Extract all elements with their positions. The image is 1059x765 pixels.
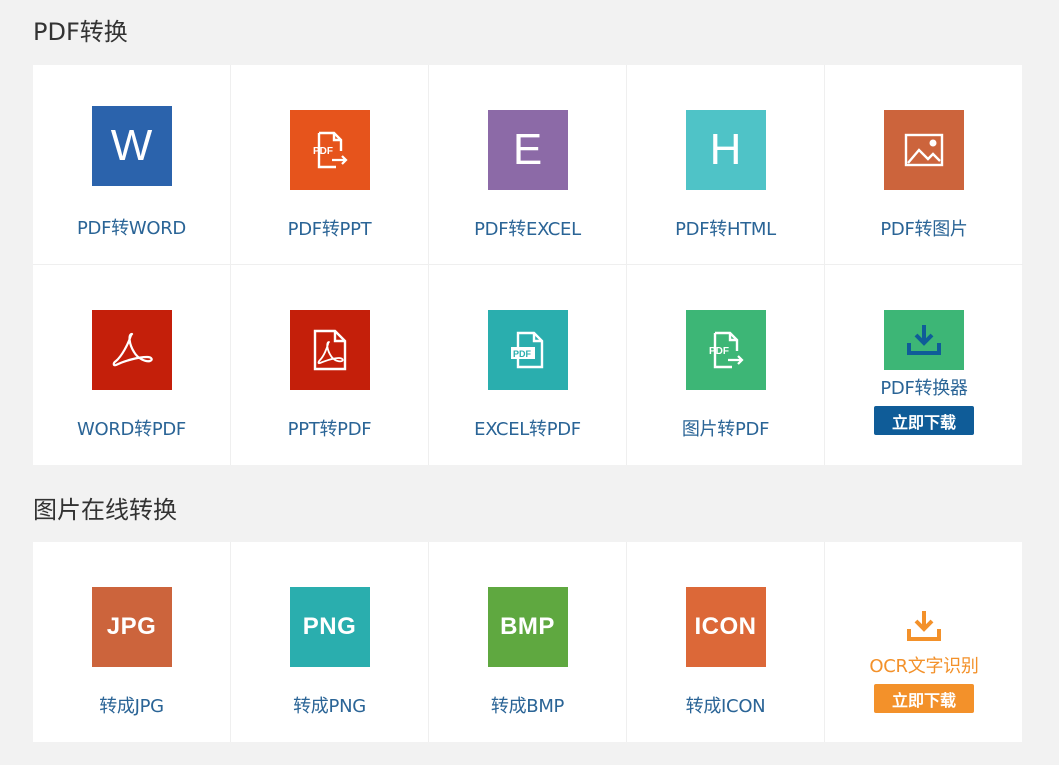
pdf-convert-grid: W PDF转WORD PDF PDF转PPT E PDF转EXCEL H PDF… (33, 65, 1023, 465)
acrobat-icon (91, 310, 172, 390)
tool-label: EXCEL转PDF (474, 419, 581, 440)
pdf-export-icon: PDF (289, 110, 370, 190)
tool-pdf-to-html[interactable]: H PDF转HTML (627, 65, 825, 265)
jpg-text-icon: JPG (91, 587, 172, 667)
download-now-button[interactable]: 立即下载 (874, 684, 974, 713)
tool-label: 转成JPG (99, 696, 164, 717)
tool-label: 转成ICON (685, 696, 766, 717)
image-icon (884, 110, 964, 190)
section-title-image-convert: 图片在线转换 (33, 496, 177, 524)
tool-word-to-pdf[interactable]: WORD转PDF (33, 265, 231, 465)
pdf-export-icon: PDF (685, 310, 766, 390)
download-now-button[interactable]: 立即下载 (874, 406, 974, 435)
tool-pdf-to-excel[interactable]: E PDF转EXCEL (429, 65, 627, 265)
bmp-text-icon: BMP (487, 587, 568, 667)
word-letter-icon: W (91, 106, 172, 186)
icon-text-icon: ICON (685, 587, 766, 667)
tool-label: WORD转PDF (76, 419, 186, 440)
download-icon (884, 310, 964, 370)
svg-text:PDF: PDF (513, 349, 532, 359)
tool-label: PDF转WORD (76, 218, 186, 239)
download-icon (904, 606, 944, 646)
tool-ppt-to-pdf[interactable]: PPT转PDF (231, 265, 429, 465)
tool-label: PDF转PPT (287, 219, 372, 240)
tool-pdf-to-word[interactable]: W PDF转WORD (33, 65, 231, 265)
tool-label: OCR文字识别 (869, 656, 979, 677)
tool-excel-to-pdf[interactable]: PDF EXCEL转PDF (429, 265, 627, 465)
tool-pdf-to-ppt[interactable]: PDF PDF转PPT (231, 65, 429, 265)
tool-image-to-pdf[interactable]: PDF 图片转PDF (627, 265, 825, 465)
png-text-icon: PNG (289, 587, 370, 667)
pdf-document-icon: PDF (487, 310, 568, 390)
tool-label: 图片转PDF (681, 419, 770, 440)
tool-label: PDF转EXCEL (474, 219, 581, 240)
image-convert-grid: JPG 转成JPG PNG 转成PNG BMP 转成BMP ICON 转成ICO… (33, 542, 1022, 742)
acrobat-document-icon (289, 310, 370, 390)
tool-ocr-download[interactable]: OCR文字识别 立即下载 (825, 542, 1023, 742)
tool-pdf-converter-download[interactable]: PDF转换器 立即下载 (825, 265, 1023, 465)
tool-to-png[interactable]: PNG 转成PNG (231, 542, 429, 742)
html-letter-icon: H (685, 110, 766, 190)
excel-letter-icon: E (487, 110, 568, 190)
tool-label: 转成PNG (293, 696, 366, 717)
section-title-pdf-convert: PDF转换 (33, 18, 128, 46)
tool-label: PDF转换器 (880, 378, 968, 399)
tool-label: PPT转PDF (287, 419, 372, 440)
svg-text:PDF: PDF (709, 346, 729, 357)
tool-label: 转成BMP (490, 696, 565, 717)
tool-to-bmp[interactable]: BMP 转成BMP (429, 542, 627, 742)
tool-label: PDF转HTML (675, 219, 776, 240)
svg-text:PDF: PDF (313, 146, 333, 157)
tool-to-jpg[interactable]: JPG 转成JPG (33, 542, 231, 742)
tool-pdf-to-image[interactable]: PDF转图片 (825, 65, 1023, 265)
tool-to-icon[interactable]: ICON 转成ICON (627, 542, 825, 742)
tool-label: PDF转图片 (880, 219, 968, 240)
